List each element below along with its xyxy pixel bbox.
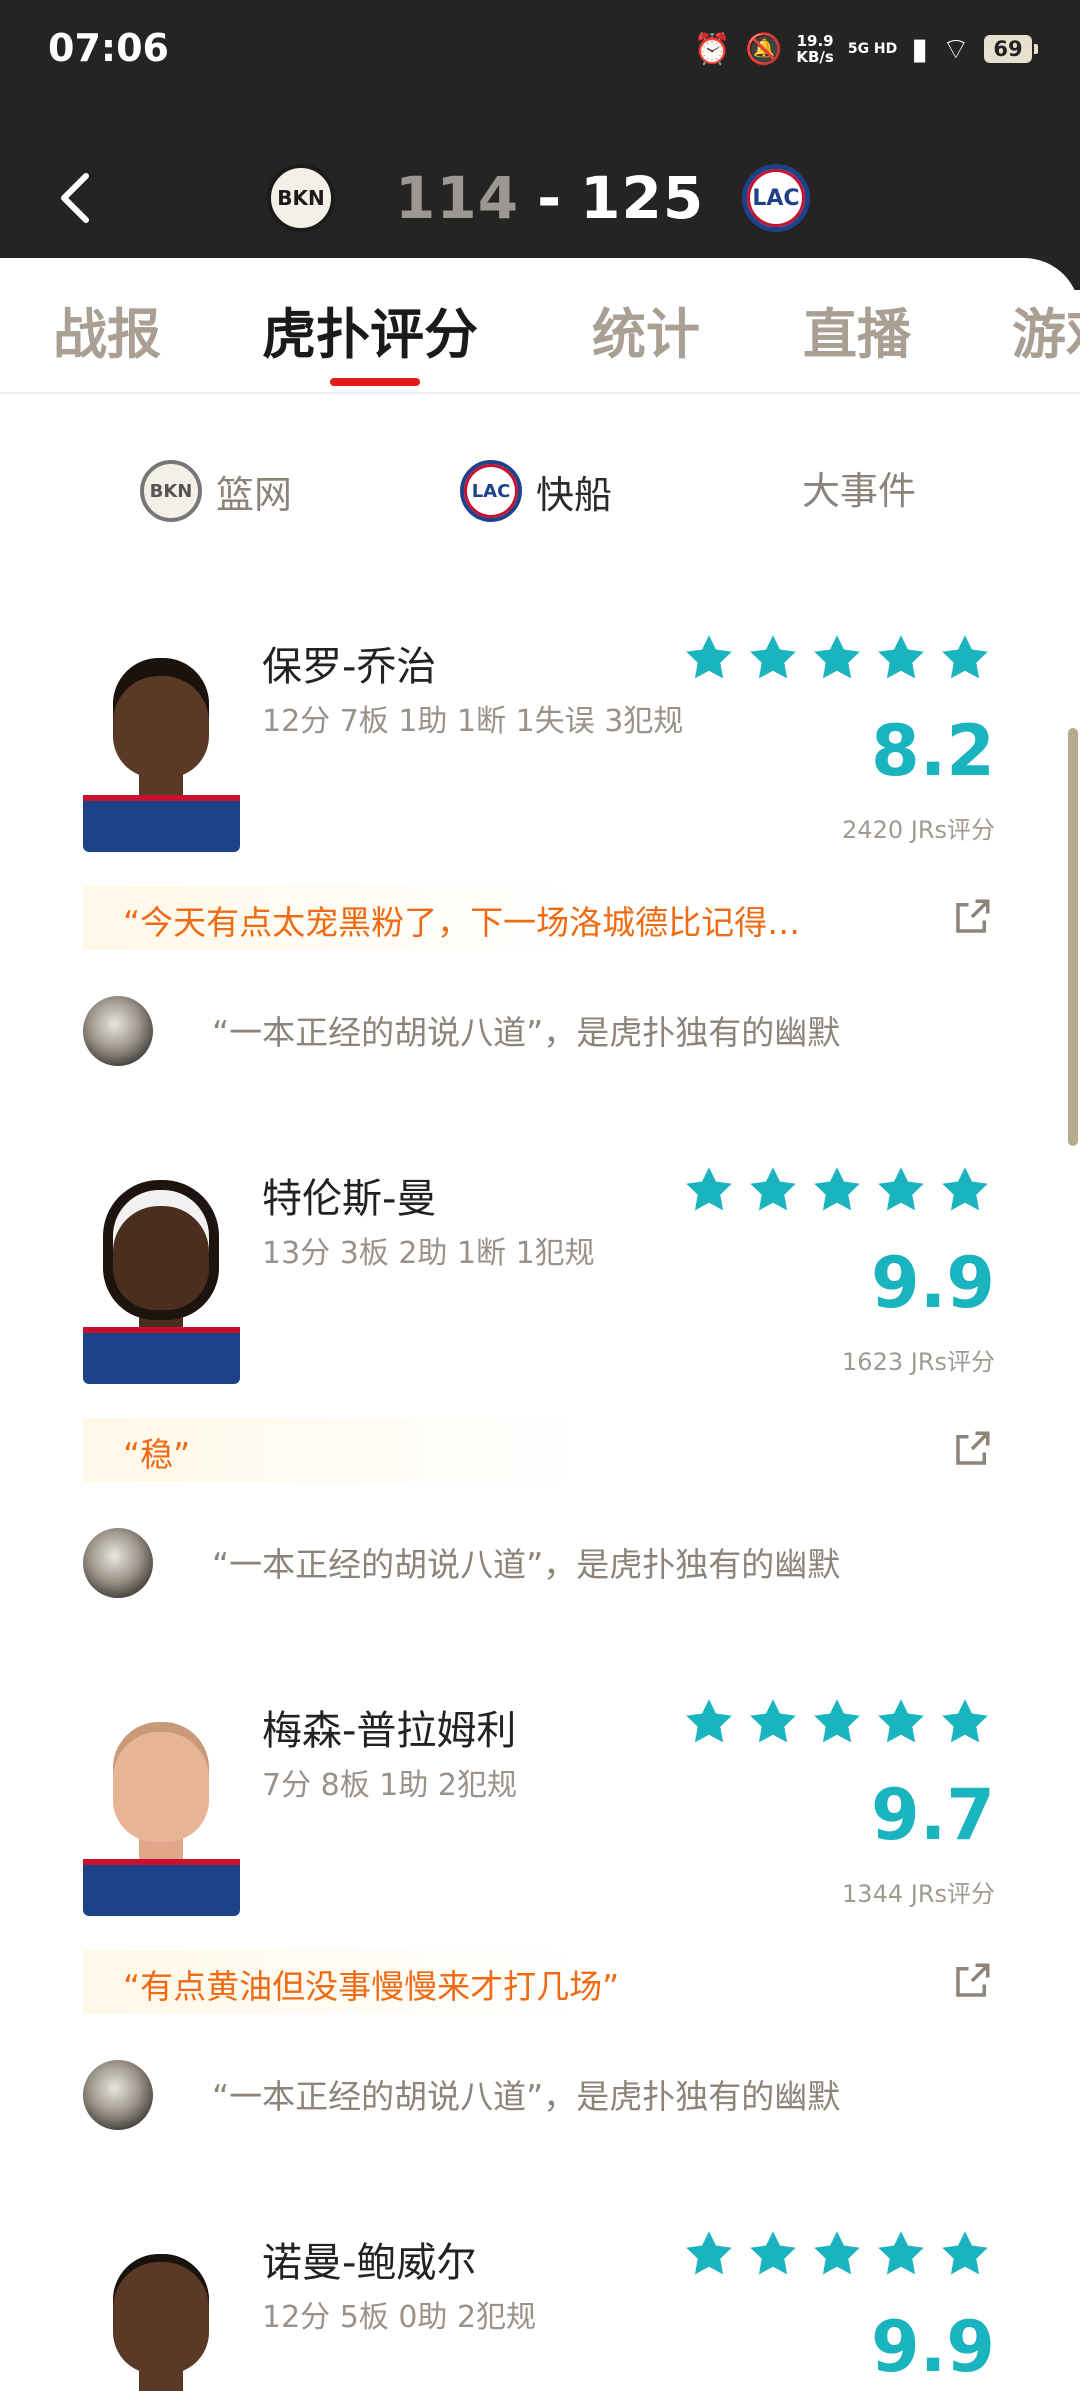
star-icon xyxy=(878,1167,924,1211)
player-avatar xyxy=(83,1172,240,1384)
rating-stars[interactable] xyxy=(683,1696,991,1748)
player-card[interactable]: 梅森-普拉姆利 7分 8板 1助 2犯规 9.7 1344 JRs评分 “有点黄… xyxy=(0,1674,1080,2206)
commenter-avatar[interactable] xyxy=(83,2060,153,2130)
score-display: 114 - 125 xyxy=(395,164,704,232)
active-tab-indicator xyxy=(330,378,420,386)
nets-logo-icon: BKN xyxy=(140,460,202,522)
top-comment: “有点黄油但没事慢慢来才打几场” xyxy=(123,1967,620,2006)
top-comment-bar[interactable]: “稳” xyxy=(83,1418,1001,1482)
star-icon xyxy=(814,635,860,679)
star-icon xyxy=(814,2231,860,2275)
wifi-icon: ⌔ xyxy=(941,32,970,67)
vote-count: 1344 JRs评分 xyxy=(842,1880,995,1908)
user-comment[interactable]: “一本正经的胡说八道”，是虎扑独有的幽默 xyxy=(212,2070,840,2118)
net-speed: 19.9 KB/s xyxy=(796,33,833,65)
status-time: 07:06 xyxy=(48,26,169,70)
star-icon xyxy=(814,1167,860,1211)
user-comment[interactable]: “一本正经的胡说八道”，是虎扑独有的幽默 xyxy=(212,1538,840,1586)
commenter-avatar[interactable] xyxy=(83,1528,153,1598)
player-stats: 13分 3板 2助 1断 1犯规 xyxy=(262,1236,595,1271)
player-name: 特伦斯-曼 xyxy=(262,1176,437,1222)
star-icon xyxy=(942,1167,988,1211)
star-icon xyxy=(878,2231,924,2275)
filter-nets[interactable]: BKN 篮网 xyxy=(140,460,292,522)
tabs-divider xyxy=(0,392,1080,394)
rating-stars[interactable] xyxy=(683,2228,991,2280)
clippers-logo-icon: LAC xyxy=(460,460,522,522)
star-icon xyxy=(750,1167,796,1211)
user-comment[interactable]: “一本正经的胡说八道”，是虎扑独有的幽默 xyxy=(212,1006,840,1054)
star-icon xyxy=(942,635,988,679)
status-icons: ⏰ 🔕 19.9 KB/s 5G HD ▮ ⌔ 69 xyxy=(693,30,1038,68)
back-button[interactable] xyxy=(56,170,96,226)
rating-stars[interactable] xyxy=(683,632,991,684)
vote-count: 2420 JRs评分 xyxy=(842,816,995,844)
mute-bell-icon: 🔕 xyxy=(745,31,783,67)
filter-events-label: 大事件 xyxy=(802,469,917,513)
player-avatar xyxy=(83,2236,240,2391)
top-comment-bar[interactable]: “有点黄油但没事慢慢来才打几场” xyxy=(83,1950,1001,2014)
player-rating: 9.9 xyxy=(870,1242,995,1324)
top-comment: “稳” xyxy=(123,1435,191,1474)
player-stats: 12分 7板 1助 1断 1失误 3犯规 xyxy=(262,704,684,739)
star-icon xyxy=(750,2231,796,2275)
away-team-logo[interactable]: LAC xyxy=(742,164,810,232)
star-icon xyxy=(942,2231,988,2275)
star-icon xyxy=(686,1699,732,1743)
player-rating: 8.2 xyxy=(870,710,995,792)
tab-live[interactable]: 直播 xyxy=(803,290,911,369)
player-name: 诺曼-鲍威尔 xyxy=(262,2240,477,2286)
tab-report[interactable]: 战报 xyxy=(53,290,161,369)
player-name: 梅森-普拉姆利 xyxy=(262,1708,517,1754)
star-icon xyxy=(750,635,796,679)
tab-bar: 战报 虎扑评分 统计 直播 游戏 xyxy=(0,290,1080,390)
star-icon xyxy=(814,1699,860,1743)
home-team-logo[interactable]: BKN xyxy=(267,164,335,232)
star-icon xyxy=(942,1699,988,1743)
player-card[interactable]: 诺曼-鲍威尔 12分 5板 0助 2犯规 9.9 xyxy=(0,2206,1080,2391)
signal-icon: ▮ xyxy=(911,31,928,67)
filter-nets-label: 篮网 xyxy=(216,472,293,517)
player-card[interactable]: 保罗-乔治 12分 7板 1助 1断 1失误 3犯规 8.2 2420 JRs评… xyxy=(0,610,1080,1142)
share-external-icon[interactable] xyxy=(951,1960,993,2002)
filter-events[interactable]: 大事件 xyxy=(802,460,916,515)
player-name: 保罗-乔治 xyxy=(262,644,437,690)
alarm-icon: ⏰ xyxy=(693,31,731,67)
tab-ratings[interactable]: 虎扑评分 xyxy=(262,290,478,369)
player-rating: 9.7 xyxy=(870,1774,995,1856)
player-stats: 7分 8板 1助 2犯规 xyxy=(262,1768,517,1803)
tab-games[interactable]: 游戏 xyxy=(1012,290,1080,369)
player-stats: 12分 5板 0助 2犯规 xyxy=(262,2300,537,2335)
star-icon xyxy=(686,2231,732,2275)
star-icon xyxy=(750,1699,796,1743)
commenter-avatar[interactable] xyxy=(83,996,153,1066)
star-icon xyxy=(686,635,732,679)
player-avatar xyxy=(83,1704,240,1916)
star-icon xyxy=(878,635,924,679)
star-icon xyxy=(878,1699,924,1743)
away-score: 125 xyxy=(580,164,705,232)
tab-stats[interactable]: 统计 xyxy=(592,290,700,369)
top-comment-bar[interactable]: “今天有点太宠黑粉了，下一场洛城德比记得… xyxy=(83,886,1001,950)
top-comment: “今天有点太宠黑粉了，下一场洛城德比记得… xyxy=(123,903,801,942)
player-card[interactable]: 特伦斯-曼 13分 3板 2助 1断 1犯规 9.9 1623 JRs评分 “稳… xyxy=(0,1142,1080,1674)
filter-clippers-label: 快船 xyxy=(536,472,613,517)
player-avatar xyxy=(83,640,240,852)
home-score: 114 xyxy=(395,164,520,232)
net-speed-unit: KB/s xyxy=(796,48,834,66)
rating-stars[interactable] xyxy=(683,1164,991,1216)
star-icon xyxy=(686,1167,732,1211)
network-label: 5G HD xyxy=(847,40,898,57)
score-separator: - xyxy=(537,164,563,232)
share-external-icon[interactable] xyxy=(951,896,993,938)
battery-icon: 69 xyxy=(984,35,1038,63)
vote-count: 1623 JRs评分 xyxy=(842,1348,995,1376)
game-header: 07:06 ⏰ 🔕 19.9 KB/s 5G HD ▮ ⌔ 69 BKN 114… xyxy=(0,0,1080,290)
filter-clippers[interactable]: LAC 快船 xyxy=(460,460,612,522)
share-external-icon[interactable] xyxy=(951,1428,993,1470)
player-rating: 9.9 xyxy=(870,2306,995,2388)
